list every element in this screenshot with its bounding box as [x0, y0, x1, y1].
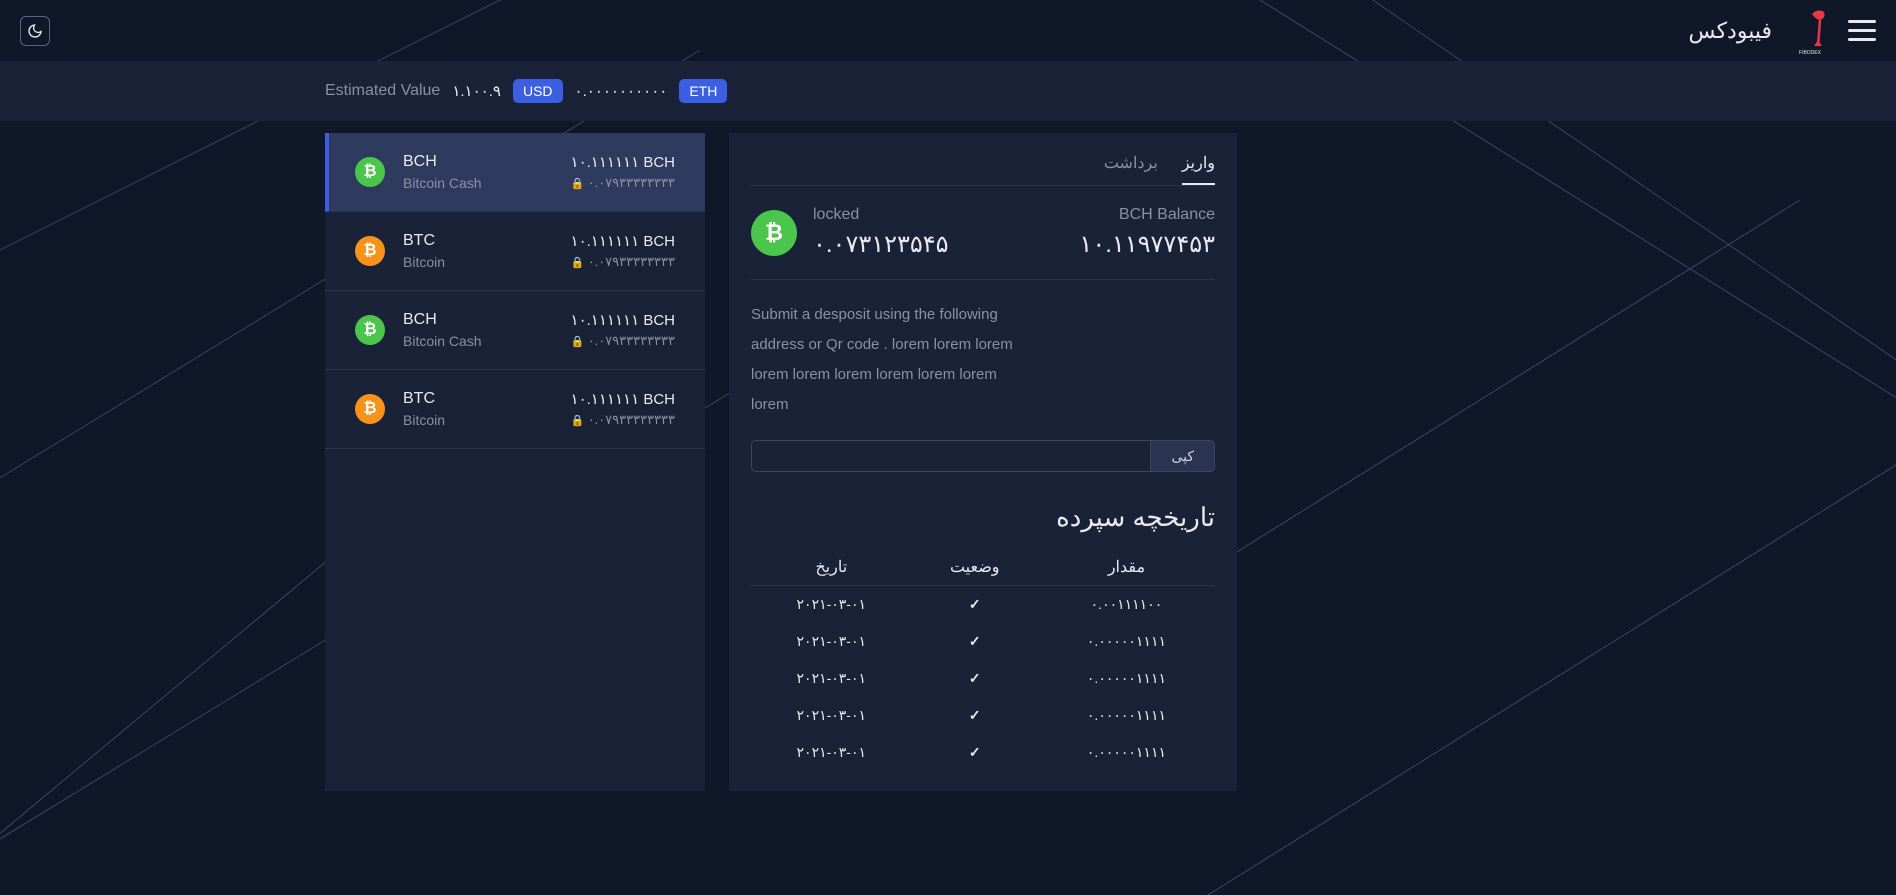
- coin-name: Bitcoin: [403, 412, 553, 428]
- coin-balance: ۱۰.۱۱۱۱۱۱ BCH: [571, 311, 675, 329]
- coin-balance: ۱۰.۱۱۱۱۱۱ BCH: [571, 232, 675, 250]
- coin-symbol: BCH: [403, 153, 553, 171]
- history-amount: ۰.۰۰۱۱۱۱۰۰: [1038, 586, 1215, 624]
- bch-balance-label: BCH Balance: [1022, 206, 1215, 224]
- check-icon: ✓: [969, 596, 981, 612]
- history-table: تاریخ وضعیت مقدار ۲۰۲۱-۰۳-۰۱✓۰.۰۰۱۱۱۱۰۰۲…: [751, 549, 1215, 771]
- estimated-value-bar: Estimated Value ۱.۱۰۰.۹ USD ۰.۰۰۰۰۰۰۰۰۰۰…: [0, 61, 1896, 121]
- coin-locked: ۰.۰۷۹۳۳۳۳۳۳۳۳: [571, 254, 675, 270]
- history-date: ۲۰۲۱-۰۳-۰۱: [751, 623, 912, 660]
- bch-icon: ₿: [355, 315, 385, 345]
- check-icon: ✓: [969, 707, 981, 723]
- history-title: تاریخچه سپرده: [751, 502, 1215, 533]
- svg-text:FIBODEX: FIBODEX: [1799, 50, 1822, 56]
- estimated-label: Estimated Value: [325, 82, 440, 100]
- bch-icon: ₿: [751, 210, 797, 256]
- coin-name: Bitcoin Cash: [403, 333, 553, 349]
- locked-value: ۰.۰۷۳۱۲۳۵۴۵: [813, 230, 1006, 259]
- theme-toggle[interactable]: [20, 16, 50, 46]
- history-date: ۲۰۲۱-۰۳-۰۱: [751, 697, 912, 734]
- coin-item-btc-1[interactable]: ₿ BTC Bitcoin ۱۰.۱۱۱۱۱۱ BCH ۰.۰۷۹۳۳۳۳۳۳۳۳: [325, 212, 705, 291]
- coin-locked: ۰.۰۷۹۳۳۳۳۳۳۳۳: [571, 175, 675, 191]
- coin-item-btc-3[interactable]: ₿ BTC Bitcoin ۱۰.۱۱۱۱۱۱ BCH ۰.۰۷۹۳۳۳۳۳۳۳۳: [325, 370, 705, 449]
- btc-icon: ₿: [355, 236, 385, 266]
- bch-icon: ₿: [355, 157, 385, 187]
- coin-locked: ۰.۰۷۹۳۳۳۳۳۳۳۳: [571, 412, 675, 428]
- coin-balance: ۱۰.۱۱۱۱۱۱ BCH: [571, 153, 675, 171]
- coin-item-bch-0[interactable]: ₿ BCH Bitcoin Cash ۱۰.۱۱۱۱۱۱ BCH ۰.۰۷۹۳۳۳۳۳۳…: [325, 133, 705, 212]
- brand-name: فیبودکس: [1689, 18, 1772, 44]
- bch-balance-value: ۱۰.۱۱۹۷۷۴۵۳: [1022, 230, 1215, 259]
- history-amount: ۰.۰۰۰۰۰۱۱۱۱: [1038, 697, 1215, 734]
- history-status: ✓: [912, 623, 1038, 660]
- coin-balance: ۱۰.۱۱۱۱۱۱ BCH: [571, 390, 675, 408]
- moon-icon: [27, 23, 43, 39]
- usd-badge: USD: [513, 79, 563, 103]
- balance-row: ₿ locked ۰.۰۷۳۱۲۳۵۴۵ BCH Balance ۱۰.۱۱۹۷…: [751, 206, 1215, 280]
- coin-list: ₿ BCH Bitcoin Cash ۱۰.۱۱۱۱۱۱ BCH ۰.۰۷۹۳۳۳۳۳۳…: [325, 133, 705, 791]
- history-row: ۲۰۲۱-۰۳-۰۱ ✓ ۰.۰۰۰۰۰۱۱۱۱: [751, 623, 1215, 660]
- detail-panel: برداشت واریز ₿ locked ۰.۰۷۳۱۲۳۵۴۵ BCH Ba…: [729, 133, 1237, 791]
- deposit-instructions: Submit a desposit using the following ad…: [751, 300, 1031, 420]
- history-amount: ۰.۰۰۰۰۰۱۱۱۱: [1038, 660, 1215, 697]
- coin-symbol: BTC: [403, 390, 553, 408]
- history-status: ✓: [912, 697, 1038, 734]
- copy-button[interactable]: کپی: [1151, 440, 1215, 472]
- tabs: برداشت واریز: [751, 153, 1215, 186]
- estimated-usd-value: ۱.۱۰۰.۹: [452, 82, 501, 100]
- history-amount: ۰.۰۰۰۰۰۱۱۱۱: [1038, 734, 1215, 771]
- tab-deposit[interactable]: واریز: [1182, 153, 1215, 185]
- coin-name: Bitcoin: [403, 254, 553, 270]
- check-icon: ✓: [969, 633, 981, 649]
- history-header-status: وضعیت: [912, 549, 1038, 586]
- coin-symbol: BCH: [403, 311, 553, 329]
- coin-item-bch-2[interactable]: ₿ BCH Bitcoin Cash ۱۰.۱۱۱۱۱۱ BCH ۰.۰۷۹۳۳۳۳۳۳…: [325, 291, 705, 370]
- history-status: ✓: [912, 734, 1038, 771]
- history-row: ۲۰۲۱-۰۳-۰۱ ✓ ۰.۰۰۰۰۰۱۱۱۱: [751, 734, 1215, 771]
- history-date: ۲۰۲۱-۰۳-۰۱: [751, 734, 912, 771]
- history-date: ۲۰۲۱-۰۳-۰۱: [751, 660, 912, 697]
- history-row: ۲۰۲۱-۰۳-۰۱ ✓ ۰.۰۰۱۱۱۱۰۰: [751, 586, 1215, 624]
- history-date: ۲۰۲۱-۰۳-۰۱: [751, 586, 912, 624]
- eth-badge: ETH: [679, 79, 727, 103]
- history-header-date: تاریخ: [751, 549, 912, 586]
- history-row: ۲۰۲۱-۰۳-۰۱ ✓ ۰.۰۰۰۰۰۱۱۱۱: [751, 697, 1215, 734]
- address-row: کپی: [751, 440, 1215, 472]
- history-status: ✓: [912, 660, 1038, 697]
- menu-button[interactable]: [1848, 20, 1876, 41]
- btc-icon: ₿: [355, 394, 385, 424]
- coin-locked: ۰.۰۷۹۳۳۳۳۳۳۳۳: [571, 333, 675, 349]
- header: فیبودکس FIBODEX: [0, 0, 1896, 61]
- coin-name: Bitcoin Cash: [403, 175, 553, 191]
- estimated-eth-value: ۰.۰۰۰۰۰۰۰۰۰۰: [575, 82, 668, 100]
- coin-symbol: BTC: [403, 232, 553, 250]
- tab-withdraw[interactable]: برداشت: [1104, 153, 1158, 185]
- history-row: ۲۰۲۱-۰۳-۰۱ ✓ ۰.۰۰۰۰۰۱۱۱۱: [751, 660, 1215, 697]
- deposit-address-input[interactable]: [751, 440, 1151, 472]
- history-amount: ۰.۰۰۰۰۰۱۱۱۱: [1038, 623, 1215, 660]
- locked-label: locked: [813, 206, 1006, 224]
- history-header-amount: مقدار: [1038, 549, 1215, 586]
- check-icon: ✓: [969, 744, 981, 760]
- brand-logo-icon: FIBODEX: [1790, 6, 1830, 56]
- history-status: ✓: [912, 586, 1038, 624]
- check-icon: ✓: [969, 670, 981, 686]
